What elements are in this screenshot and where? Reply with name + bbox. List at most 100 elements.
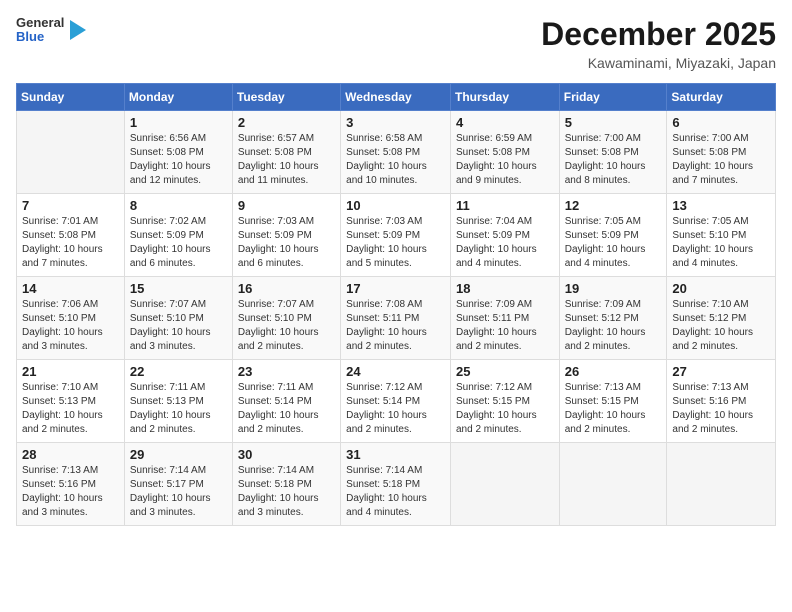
day-info: Sunrise: 7:07 AM Sunset: 5:10 PM Dayligh…	[130, 298, 227, 354]
calendar-cell: 2 Sunrise: 6:57 AM Sunset: 5:08 PM Daylig…	[232, 111, 340, 194]
logo-arrow-icon	[70, 20, 86, 40]
logo: General Blue	[16, 16, 86, 45]
day-number: 20	[672, 281, 770, 296]
day-number: 10	[346, 198, 445, 213]
weekday-header-wednesday: Wednesday	[341, 84, 451, 111]
calendar-cell: 16Sunrise: 7:07 AM Sunset: 5:10 PM Dayli…	[232, 277, 340, 360]
day-info: Sunrise: 7:03 AM Sunset: 5:09 PM Dayligh…	[346, 215, 445, 271]
calendar-cell: 6 Sunrise: 7:00 AM Sunset: 5:08 PM Daylig…	[667, 111, 776, 194]
day-info: Sunrise: 7:09 AM Sunset: 5:11 PM Dayligh…	[456, 298, 554, 354]
weekday-header-sunday: Sunday	[17, 84, 125, 111]
calendar-cell: 30 Sunrise: 7:14 AM Sunset: 5:18 PM Dayli…	[232, 443, 340, 526]
page-header: General Blue December 2025 Kawaminami, M…	[16, 16, 776, 71]
weekday-header-friday: Friday	[559, 84, 667, 111]
calendar-cell	[450, 443, 559, 526]
calendar-cell: 5 Sunrise: 7:00 AM Sunset: 5:08 PM Daylig…	[559, 111, 667, 194]
calendar-cell: 19 Sunrise: 7:09 AM Sunset: 5:12 PM Dayli…	[559, 277, 667, 360]
logo-general: General	[16, 16, 64, 30]
logo-text: General Blue	[16, 16, 64, 45]
weekday-header-tuesday: Tuesday	[232, 84, 340, 111]
calendar-cell: 27Sunrise: 7:13 AM Sunset: 5:16 PM Dayli…	[667, 360, 776, 443]
day-info: Sunrise: 7:14 AM Sunset: 5:18 PM Dayligh…	[238, 464, 335, 520]
calendar-week-2: 7 Sunrise: 7:01 AM Sunset: 5:08 PM Daylig…	[17, 194, 776, 277]
day-number: 6	[672, 115, 770, 130]
location-title: Kawaminami, Miyazaki, Japan	[541, 55, 776, 71]
calendar-week-4: 21Sunrise: 7:10 AM Sunset: 5:13 PM Dayli…	[17, 360, 776, 443]
day-info: Sunrise: 6:59 AM Sunset: 5:08 PM Dayligh…	[456, 132, 554, 188]
calendar-cell: 8Sunrise: 7:02 AM Sunset: 5:09 PM Daylig…	[124, 194, 232, 277]
calendar-cell	[559, 443, 667, 526]
day-info: Sunrise: 7:03 AM Sunset: 5:09 PM Dayligh…	[238, 215, 335, 271]
day-info: Sunrise: 7:00 AM Sunset: 5:08 PM Dayligh…	[565, 132, 662, 188]
logo-blue: Blue	[16, 30, 64, 44]
title-area: December 2025 Kawaminami, Miyazaki, Japa…	[541, 16, 776, 71]
day-info: Sunrise: 7:00 AM Sunset: 5:08 PM Dayligh…	[672, 132, 770, 188]
day-number: 4	[456, 115, 554, 130]
weekday-header-saturday: Saturday	[667, 84, 776, 111]
day-number: 13	[672, 198, 770, 213]
calendar-cell: 13 Sunrise: 7:05 AM Sunset: 5:10 PM Dayli…	[667, 194, 776, 277]
calendar-cell: 20 Sunrise: 7:10 AM Sunset: 5:12 PM Dayli…	[667, 277, 776, 360]
day-number: 22	[130, 364, 227, 379]
day-number: 15	[130, 281, 227, 296]
calendar-cell: 17Sunrise: 7:08 AM Sunset: 5:11 PM Dayli…	[341, 277, 451, 360]
day-info: Sunrise: 7:01 AM Sunset: 5:08 PM Dayligh…	[22, 215, 119, 271]
day-number: 29	[130, 447, 227, 462]
calendar-cell: 28 Sunrise: 7:13 AM Sunset: 5:16 PM Dayli…	[17, 443, 125, 526]
calendar-cell: 18 Sunrise: 7:09 AM Sunset: 5:11 PM Dayli…	[450, 277, 559, 360]
day-number: 28	[22, 447, 119, 462]
day-info: Sunrise: 6:58 AM Sunset: 5:08 PM Dayligh…	[346, 132, 445, 188]
day-number: 23	[238, 364, 335, 379]
calendar-cell: 15 Sunrise: 7:07 AM Sunset: 5:10 PM Dayli…	[124, 277, 232, 360]
month-title: December 2025	[541, 16, 776, 53]
calendar-week-5: 28 Sunrise: 7:13 AM Sunset: 5:16 PM Dayli…	[17, 443, 776, 526]
calendar-cell: 9Sunrise: 7:03 AM Sunset: 5:09 PM Daylig…	[232, 194, 340, 277]
day-info: Sunrise: 7:14 AM Sunset: 5:17 PM Dayligh…	[130, 464, 227, 520]
day-number: 7	[22, 198, 119, 213]
calendar-week-1: 1 Sunrise: 6:56 AM Sunset: 5:08 PM Daylig…	[17, 111, 776, 194]
day-info: Sunrise: 7:13 AM Sunset: 5:15 PM Dayligh…	[565, 381, 662, 437]
day-info: Sunrise: 6:56 AM Sunset: 5:08 PM Dayligh…	[130, 132, 227, 188]
day-number: 5	[565, 115, 662, 130]
weekday-header-thursday: Thursday	[450, 84, 559, 111]
day-info: Sunrise: 7:13 AM Sunset: 5:16 PM Dayligh…	[22, 464, 119, 520]
day-number: 27	[672, 364, 770, 379]
calendar-cell: 21Sunrise: 7:10 AM Sunset: 5:13 PM Dayli…	[17, 360, 125, 443]
calendar-week-3: 14Sunrise: 7:06 AM Sunset: 5:10 PM Dayli…	[17, 277, 776, 360]
day-info: Sunrise: 6:57 AM Sunset: 5:08 PM Dayligh…	[238, 132, 335, 188]
day-number: 24	[346, 364, 445, 379]
calendar-table: SundayMondayTuesdayWednesdayThursdayFrid…	[16, 83, 776, 526]
day-number: 26	[565, 364, 662, 379]
day-number: 12	[565, 198, 662, 213]
day-info: Sunrise: 7:05 AM Sunset: 5:10 PM Dayligh…	[672, 215, 770, 271]
day-info: Sunrise: 7:10 AM Sunset: 5:12 PM Dayligh…	[672, 298, 770, 354]
day-info: Sunrise: 7:04 AM Sunset: 5:09 PM Dayligh…	[456, 215, 554, 271]
calendar-cell: 14Sunrise: 7:06 AM Sunset: 5:10 PM Dayli…	[17, 277, 125, 360]
day-number: 18	[456, 281, 554, 296]
day-info: Sunrise: 7:09 AM Sunset: 5:12 PM Dayligh…	[565, 298, 662, 354]
calendar-cell: 31Sunrise: 7:14 AM Sunset: 5:18 PM Dayli…	[341, 443, 451, 526]
weekday-header-row: SundayMondayTuesdayWednesdayThursdayFrid…	[17, 84, 776, 111]
calendar-cell: 1 Sunrise: 6:56 AM Sunset: 5:08 PM Daylig…	[124, 111, 232, 194]
calendar-cell: 25Sunrise: 7:12 AM Sunset: 5:15 PM Dayli…	[450, 360, 559, 443]
day-number: 30	[238, 447, 335, 462]
calendar-cell: 26 Sunrise: 7:13 AM Sunset: 5:15 PM Dayli…	[559, 360, 667, 443]
day-number: 14	[22, 281, 119, 296]
calendar-cell: 23 Sunrise: 7:11 AM Sunset: 5:14 PM Dayli…	[232, 360, 340, 443]
calendar-cell: 24Sunrise: 7:12 AM Sunset: 5:14 PM Dayli…	[341, 360, 451, 443]
day-info: Sunrise: 7:08 AM Sunset: 5:11 PM Dayligh…	[346, 298, 445, 354]
day-number: 3	[346, 115, 445, 130]
day-info: Sunrise: 7:11 AM Sunset: 5:14 PM Dayligh…	[238, 381, 335, 437]
day-number: 11	[456, 198, 554, 213]
day-number: 19	[565, 281, 662, 296]
day-number: 2	[238, 115, 335, 130]
day-info: Sunrise: 7:02 AM Sunset: 5:09 PM Dayligh…	[130, 215, 227, 271]
day-number: 1	[130, 115, 227, 130]
calendar-cell	[667, 443, 776, 526]
day-number: 21	[22, 364, 119, 379]
calendar-cell: 22 Sunrise: 7:11 AM Sunset: 5:13 PM Dayli…	[124, 360, 232, 443]
day-info: Sunrise: 7:11 AM Sunset: 5:13 PM Dayligh…	[130, 381, 227, 437]
day-info: Sunrise: 7:14 AM Sunset: 5:18 PM Dayligh…	[346, 464, 445, 520]
calendar-cell: 11 Sunrise: 7:04 AM Sunset: 5:09 PM Dayli…	[450, 194, 559, 277]
calendar-cell: 7 Sunrise: 7:01 AM Sunset: 5:08 PM Daylig…	[17, 194, 125, 277]
